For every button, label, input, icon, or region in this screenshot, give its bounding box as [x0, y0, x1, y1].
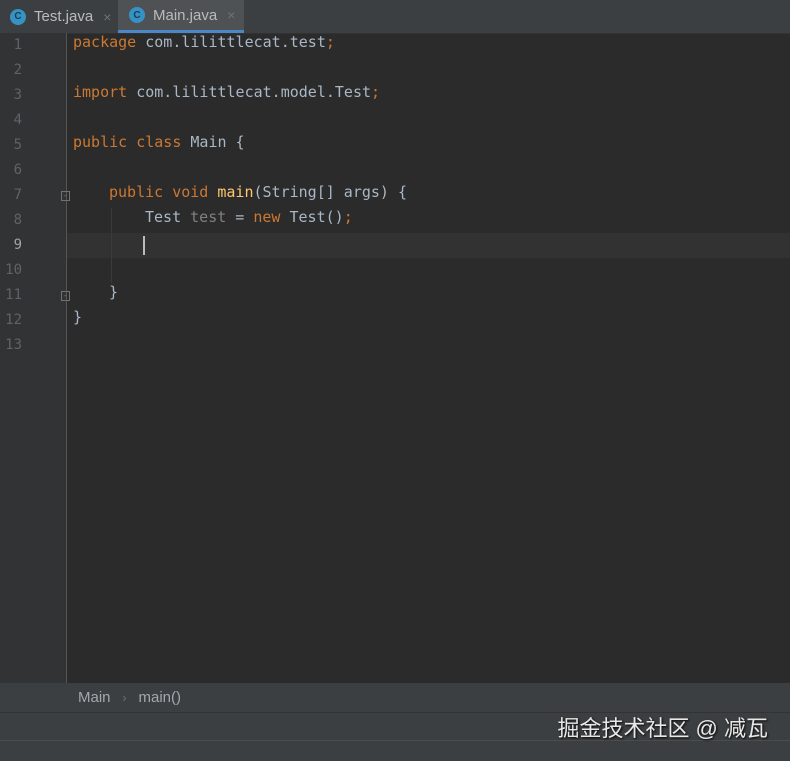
editor-tabs: C Test.java × C Main.java × — [0, 0, 790, 34]
line-number: 5 — [13, 137, 22, 153]
line-number: 2 — [13, 62, 22, 78]
line-number: 1 — [13, 37, 22, 53]
breadcrumb-item-main-method[interactable]: main() — [139, 689, 182, 706]
watermark: 掘金技术社区 @ 减瓦 — [557, 716, 768, 741]
java-class-icon: C — [129, 7, 145, 23]
code-line-5: public class Main { — [73, 133, 245, 151]
breadcrumb-item-main-class[interactable]: Main — [78, 689, 111, 706]
line-number: 8 — [13, 212, 22, 228]
breadcrumb: Main › main() — [0, 683, 790, 712]
line-number: 13 — [5, 337, 22, 353]
line-number: 10 — [5, 262, 22, 278]
java-class-icon: C — [10, 8, 26, 25]
tab-test-java[interactable]: C Test.java × — [0, 0, 118, 33]
text-caret — [143, 236, 145, 255]
line-number: 6 — [13, 162, 22, 178]
code-line-7: public void main(String[] args) { — [109, 183, 408, 201]
line-number: 4 — [13, 112, 22, 128]
close-icon[interactable]: × — [227, 7, 235, 23]
close-icon[interactable]: × — [103, 9, 111, 25]
code-line-11: } — [109, 283, 119, 301]
line-number: 12 — [5, 312, 22, 328]
code-line-3: import com.lilittlecat.model.Test; — [73, 83, 381, 101]
line-number: 9 — [13, 237, 22, 253]
tab-label: Test.java — [34, 8, 94, 25]
code-line-1: package com.lilittlecat.test; — [73, 33, 335, 51]
line-number: 11 — [5, 287, 22, 303]
breadcrumb-separator: › — [122, 690, 127, 705]
tab-label: Main.java — [153, 6, 218, 24]
code-line-12: } — [73, 308, 83, 326]
fold-end-icon[interactable]: - — [61, 291, 70, 301]
code-line-8: Test test = new Test(); — [145, 208, 353, 226]
line-number: 3 — [13, 87, 22, 103]
code-editor[interactable]: 1 2 3 4 5 6 7 8 9 10 11 12 13 package com.lilittleca… — [0, 33, 790, 683]
line-number: 7 — [13, 187, 22, 203]
fold-collapse-icon[interactable]: - — [61, 191, 70, 201]
tab-main-java[interactable]: C Main.java × — [118, 0, 244, 33]
